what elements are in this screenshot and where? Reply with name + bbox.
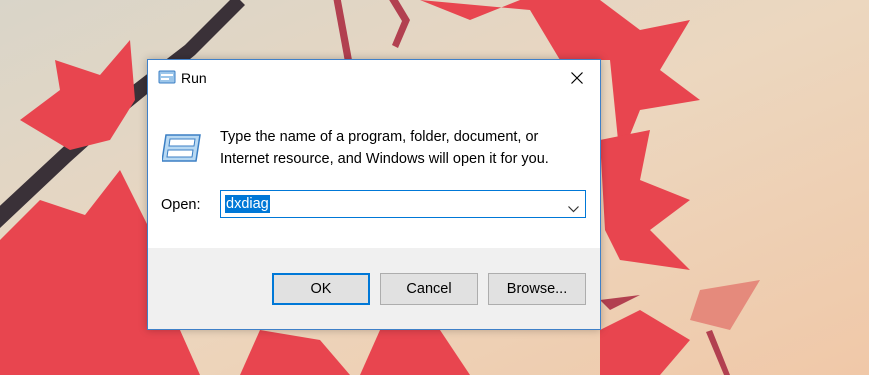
browse-button[interactable]: Browse... [488,273,586,305]
close-button[interactable] [554,60,600,96]
run-dialog: Run Type the name of a program, folder, … [147,59,601,330]
cancel-button[interactable]: Cancel [380,273,478,305]
open-combobox[interactable]: dxdiag [220,190,586,218]
button-bar: OK Cancel Browse... [148,248,600,329]
dialog-title: Run [181,70,207,86]
dialog-description: Type the name of a program, folder, docu… [220,129,549,167]
title-bar[interactable]: Run [148,60,600,96]
ok-button[interactable]: OK [272,273,370,305]
run-icon [158,70,176,84]
open-input-value[interactable]: dxdiag [225,195,270,213]
chevron-down-icon[interactable] [568,200,579,218]
run-program-icon [161,133,202,163]
open-label: Open: [161,197,201,213]
close-icon [571,72,583,84]
